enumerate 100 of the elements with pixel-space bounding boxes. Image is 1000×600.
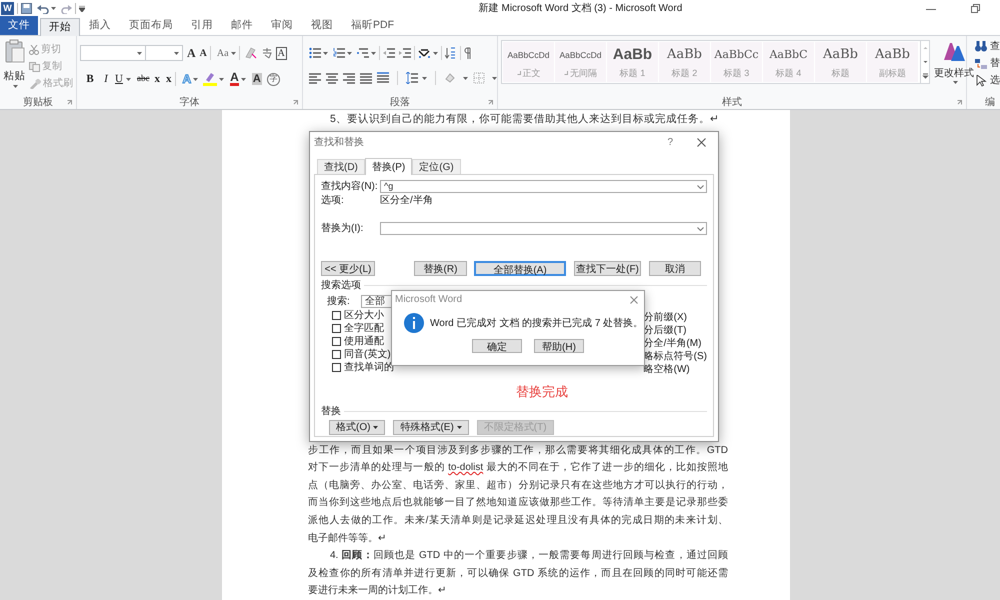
align-center-icon[interactable] — [326, 72, 338, 84]
file-menu-button[interactable]: 文件 — [0, 16, 38, 35]
change-styles-button[interactable]: 更改样式 — [934, 40, 974, 84]
style-tile[interactable]: AaBb 副标题 — [867, 42, 918, 82]
editing-button[interactable]: 替 — [975, 57, 1000, 70]
format-button[interactable]: 字 — [266, 72, 280, 86]
message-button[interactable]: 确定 — [472, 339, 522, 353]
phonetic-guide-icon[interactable] — [260, 47, 273, 59]
dropdown-arrow-icon — [347, 52, 352, 54]
paragraph: 4. 回顾：回顾也是 GTD 中的一个重要步骤，一般需要每周进行回顾与检查，通过回顾 及检查你的所有清单并进行更新，可以确保 GTD 系统的运作，而且在回顾的同时可能还需 要进行未来一周的计划工作。↵ — [308, 548, 728, 598]
line-spacing-icon[interactable] — [406, 72, 418, 84]
dialog-button[interactable]: 全部替换(A) — [474, 261, 566, 276]
replace-field[interactable] — [380, 222, 707, 235]
binoculars-icon — [975, 41, 987, 52]
dialog-button[interactable]: 取消 — [649, 261, 701, 276]
help-button[interactable]: ? — [667, 134, 673, 150]
increase-indent-icon[interactable] — [399, 47, 411, 59]
align-left-icon[interactable] — [309, 72, 321, 84]
style-tile[interactable]: AaBb 标题 1 — [607, 42, 658, 82]
chinese-layout-icon[interactable] — [418, 47, 431, 59]
style-tile[interactable]: AaBbC 标题 4 — [763, 42, 814, 82]
checkbox[interactable] — [332, 350, 341, 359]
close-icon[interactable] — [630, 296, 638, 304]
format-button[interactable]: abc — [137, 72, 150, 86]
field-label: 查找内容(N): — [321, 180, 379, 194]
decrease-indent-icon[interactable] — [383, 47, 395, 59]
style-tile[interactable]: AaBb 标题 2 — [659, 42, 710, 82]
editing-button[interactable]: 查 — [975, 40, 1000, 53]
message-button[interactable]: 帮助(H) — [534, 339, 584, 353]
font-size-field[interactable] — [146, 45, 183, 61]
format-button[interactable]: A — [252, 73, 262, 85]
dropdown-arrow-icon — [952, 81, 958, 84]
checkbox[interactable] — [332, 311, 341, 320]
close-icon[interactable] — [697, 138, 706, 146]
dialog-button[interactable]: << 更少(L) — [321, 261, 375, 276]
clipboard-icon — [4, 39, 24, 63]
dialog-tab[interactable]: 替换(P) — [364, 158, 412, 175]
format-button[interactable]: A — [187, 44, 196, 62]
replace-icon — [975, 58, 987, 70]
multilevel-list-icon[interactable] — [357, 47, 369, 59]
dropdown-arrow-icon — [13, 84, 18, 88]
cursor-icon — [975, 74, 987, 86]
format-button[interactable]: Aa — [216, 46, 229, 60]
dialog-tab[interactable]: 查找(D) — [317, 159, 365, 174]
checkbox[interactable] — [332, 324, 341, 333]
dropdown-arrow-icon — [371, 52, 376, 54]
checkbox[interactable] — [332, 363, 341, 372]
dialog-launcher-icon[interactable] — [957, 100, 962, 105]
dialog-tab[interactable]: 定位(G) — [412, 159, 461, 174]
dialog-button[interactable]: 替换(R) — [414, 261, 467, 276]
dropdown-arrow-icon — [422, 76, 427, 80]
dialog-button[interactable]: 查找下一处(F) — [574, 261, 641, 276]
group-label: 字体 — [180, 96, 200, 110]
dialog-launcher-icon[interactable] — [293, 100, 298, 105]
format-menu-button[interactable]: 特殊格式(E) — [393, 420, 469, 435]
format-button[interactable]: B — [82, 70, 98, 88]
copy-icon — [29, 62, 40, 72]
format-button[interactable]: U — [114, 70, 124, 88]
restore-icon[interactable] — [971, 4, 980, 13]
align-right-icon[interactable] — [343, 72, 355, 84]
dropdown-arrow-icon — [126, 78, 131, 80]
numbered-list-icon[interactable] — [333, 47, 345, 59]
customize-arrow-icon[interactable] — [79, 6, 85, 12]
dialog-launcher-icon[interactable] — [488, 100, 493, 105]
format-button[interactable]: I — [98, 70, 114, 88]
style-tile[interactable]: AaBbCcDd 无间隔 — [555, 42, 606, 82]
dropdown-arrow-icon — [174, 52, 179, 54]
save-icon[interactable] — [21, 3, 32, 14]
dropdown-arrow-icon — [51, 7, 56, 10]
checkbox[interactable] — [332, 337, 341, 346]
style-tile[interactable]: AaBb 标题 — [815, 42, 866, 82]
format-button[interactable]: x — [154, 70, 160, 88]
justify-icon[interactable] — [360, 72, 372, 84]
checkbox-label: 略空格(W) — [644, 362, 691, 375]
font-name-field[interactable] — [80, 45, 146, 61]
format-button[interactable]: A — [230, 72, 239, 86]
checkbox-label: 全字匹配 — [344, 322, 384, 336]
undo-icon[interactable] — [37, 4, 49, 14]
style-tile[interactable]: AaBbCc 标题 3 — [711, 42, 762, 82]
distributed-icon[interactable] — [377, 72, 389, 84]
dropdown-arrow-icon — [323, 52, 328, 54]
paste-button[interactable]: 粘贴 — [3, 39, 26, 95]
find-field[interactable]: ^g — [380, 180, 707, 193]
format-menu-button[interactable]: 格式(O) — [329, 420, 386, 435]
dialog-launcher-icon[interactable] — [67, 100, 72, 105]
sort-icon[interactable] — [445, 47, 457, 59]
editing-button[interactable]: 选 — [975, 74, 1000, 87]
style-tile[interactable]: AaBbCcDd 正文 — [503, 42, 554, 82]
dropdown-arrow-icon — [137, 52, 142, 54]
format-button[interactable]: x — [166, 70, 172, 88]
highlighter-icon[interactable] — [203, 72, 218, 86]
group-label: 编 — [985, 96, 995, 110]
paragraph-mark-icon[interactable] — [464, 47, 472, 59]
ribbon-tab[interactable]: 开始 — [40, 18, 80, 36]
format-button[interactable]: A — [200, 46, 207, 60]
field-label: 选项: — [321, 194, 345, 208]
format-button[interactable]: A — [276, 46, 287, 60]
checkbox-label: 区分大小 — [344, 308, 384, 322]
clear-format-icon[interactable] — [244, 47, 257, 59]
bullet-list-icon[interactable] — [309, 47, 321, 59]
